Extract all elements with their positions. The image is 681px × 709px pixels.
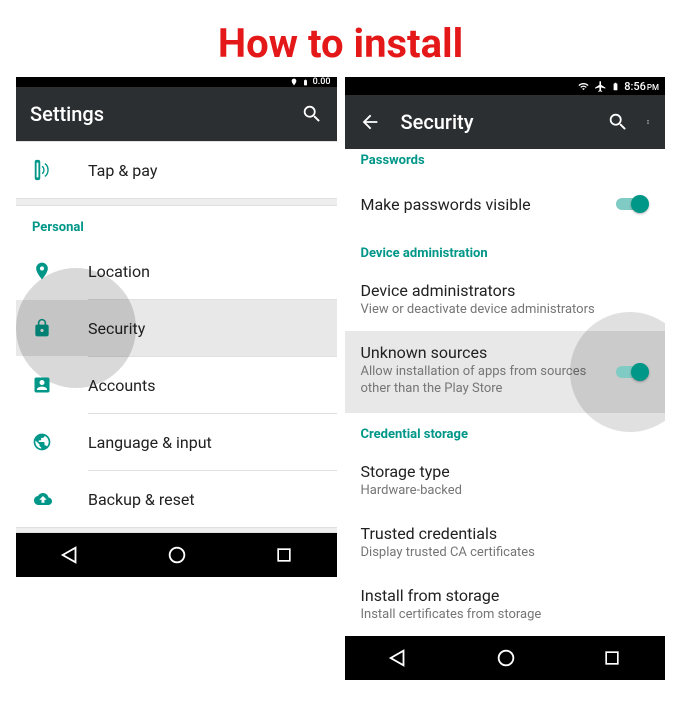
item-label: Unknown sources — [361, 343, 614, 362]
nav-home-icon[interactable] — [166, 544, 188, 566]
item-sub: Hardware-backed — [361, 483, 650, 500]
page-heading: How to install — [0, 0, 681, 77]
status-bar: 8:56PM — [345, 77, 666, 95]
location-icon — [32, 260, 88, 282]
settings-item-security[interactable]: Security — [16, 300, 337, 356]
tap-pay-icon — [32, 159, 88, 181]
status-time: 8:56PM — [624, 80, 659, 93]
more-icon[interactable] — [645, 111, 651, 133]
section-header-personal: Personal — [16, 206, 337, 243]
item-trusted-credentials[interactable]: Trusted credentials Display trusted CA c… — [345, 512, 666, 574]
security-screen: 8:56PM Security Passwords Make passwords… — [345, 77, 666, 680]
lock-icon — [32, 317, 88, 339]
settings-screen: 0.00 Settings Tap & pay Personal Loc — [16, 77, 337, 680]
section-header-passwords: Passwords — [345, 149, 666, 176]
search-icon[interactable] — [301, 103, 323, 125]
settings-item-language[interactable]: Language & input — [16, 414, 337, 470]
navbar — [345, 636, 666, 680]
status-bar: 0.00 — [16, 77, 337, 87]
nav-recent-icon[interactable] — [602, 648, 622, 668]
account-icon — [32, 375, 88, 395]
item-sub: Allow installation of apps from sources … — [361, 364, 614, 398]
item-sub: View or deactivate device administrators — [361, 302, 650, 319]
backup-icon — [32, 490, 88, 508]
appbar-title: Security — [401, 110, 592, 134]
item-passwords-visible[interactable]: Make passwords visible — [345, 176, 666, 232]
battery-icon — [611, 80, 620, 93]
item-label: Make passwords visible — [361, 195, 614, 214]
back-arrow-icon[interactable] — [359, 111, 381, 133]
globe-icon — [32, 432, 88, 452]
item-device-admins[interactable]: Device administrators View or deactivate… — [345, 269, 666, 331]
item-label: Security — [88, 319, 321, 338]
settings-item-backup[interactable]: Backup & reset — [16, 471, 337, 527]
item-label: Storage type — [361, 462, 650, 481]
search-icon[interactable] — [607, 111, 629, 133]
item-label: Language & input — [88, 433, 321, 452]
nav-home-icon[interactable] — [495, 647, 517, 669]
item-sub: Install certificates from storage — [361, 607, 650, 624]
item-unknown-sources[interactable]: Unknown sources Allow installation of ap… — [345, 331, 666, 413]
item-sub: Display trusted CA certificates — [361, 545, 650, 562]
settings-item-location[interactable]: Location — [16, 243, 337, 299]
settings-item-accounts[interactable]: Accounts — [16, 357, 337, 413]
item-label: Accounts — [88, 376, 321, 395]
location-status-icon — [290, 78, 298, 86]
appbar: Security — [345, 95, 666, 149]
item-label: Backup & reset — [88, 490, 321, 509]
item-install-storage[interactable]: Install from storage Install certificate… — [345, 574, 666, 636]
item-label: Trusted credentials — [361, 524, 650, 543]
wifi-icon — [577, 81, 590, 92]
item-storage-type[interactable]: Storage type Hardware-backed — [345, 450, 666, 512]
item-label: Location — [88, 262, 321, 281]
unknown-sources-switch[interactable] — [613, 362, 649, 382]
airplane-icon — [594, 80, 607, 93]
section-gap — [16, 198, 337, 206]
section-header-credential: Credential storage — [345, 413, 666, 450]
section-header-device-admin: Device administration — [345, 232, 666, 269]
nav-back-icon[interactable] — [59, 544, 81, 566]
appbar: Settings — [16, 87, 337, 141]
settings-item-tap-pay[interactable]: Tap & pay — [16, 142, 337, 198]
passwords-visible-switch[interactable] — [613, 194, 649, 214]
item-label: Tap & pay — [88, 161, 321, 180]
item-label: Device administrators — [361, 281, 650, 300]
status-time: 0.00 — [313, 77, 331, 87]
battery-status-icon — [302, 78, 309, 87]
nav-back-icon[interactable] — [387, 647, 409, 669]
item-label: Install from storage — [361, 586, 650, 605]
navbar — [16, 533, 337, 577]
nav-recent-icon[interactable] — [274, 545, 294, 565]
appbar-title: Settings — [30, 102, 285, 126]
